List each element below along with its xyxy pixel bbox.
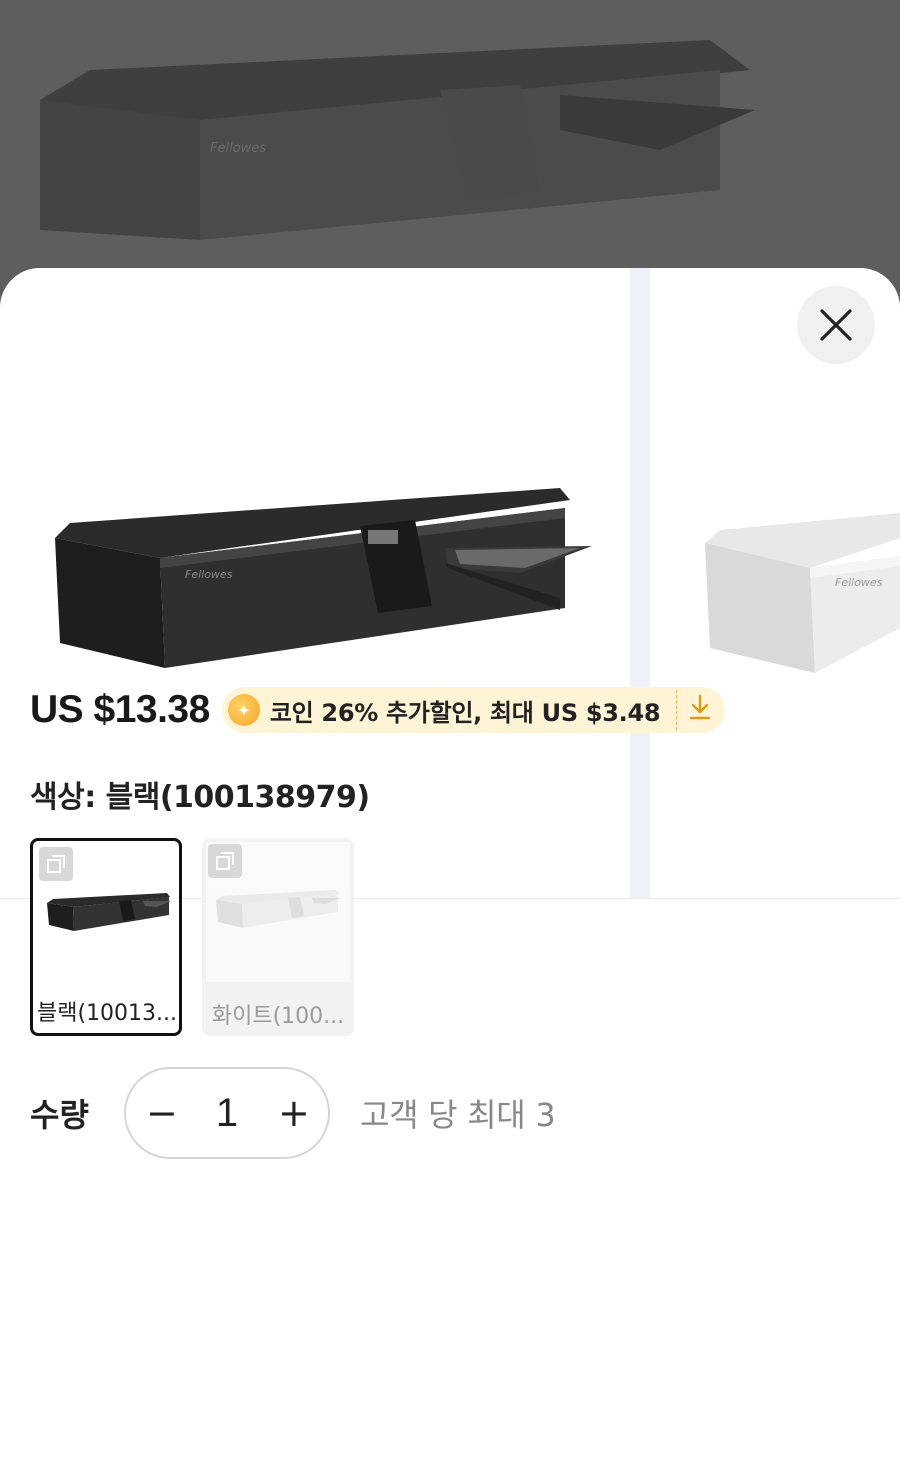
brand-mark-text: Fellowes: [185, 568, 233, 581]
close-button[interactable]: [797, 286, 875, 364]
download-icon[interactable]: [689, 694, 711, 726]
swatch-black[interactable]: 블랙(10013...: [30, 838, 182, 1036]
price-row: US $13.38 ✦ 코인 26% 추가할인, 최대 US $3.48: [30, 687, 726, 733]
gallery-divider: [630, 268, 650, 898]
swatch-label: 블랙(10013...: [37, 1001, 178, 1026]
decrement-button[interactable]: −: [146, 1091, 178, 1135]
promo-separator: [676, 690, 678, 730]
swatch-label: 화이트(100...: [211, 1004, 345, 1029]
brand-mark-text: Fellowes: [835, 576, 883, 589]
quantity-row: 수량 − 1 + 고객 당 최대 3: [30, 1067, 556, 1159]
swatch-white[interactable]: 화이트(100...: [202, 838, 354, 1036]
brand-mark-text: Fellowes: [210, 141, 266, 156]
increment-button[interactable]: +: [278, 1091, 310, 1135]
zoom-icon[interactable]: [208, 844, 242, 878]
coin-promo-badge[interactable]: ✦ 코인 26% 추가할인, 최대 US $3.48: [221, 687, 726, 733]
quantity-label: 수량: [30, 1096, 89, 1134]
background-product-image: Fellowes: [0, 0, 900, 300]
coin-promo-text: 코인 26% 추가할인, 최대 US $3.48: [269, 698, 661, 727]
product-image-white-preview[interactable]: Fellowes: [650, 268, 900, 898]
price-text: US $13.38: [30, 688, 210, 731]
close-icon: [820, 309, 852, 341]
color-label: 색상: 블랙(100138979): [30, 780, 370, 815]
coin-icon: ✦: [227, 694, 260, 726]
zoom-icon[interactable]: [39, 847, 73, 881]
color-swatches: 블랙(10013... 화이트(100...: [30, 838, 354, 1036]
quantity-value[interactable]: 1: [216, 1091, 238, 1136]
quantity-limit-text: 고객 당 최대 3: [360, 1096, 556, 1134]
quantity-stepper: − 1 +: [124, 1067, 330, 1159]
